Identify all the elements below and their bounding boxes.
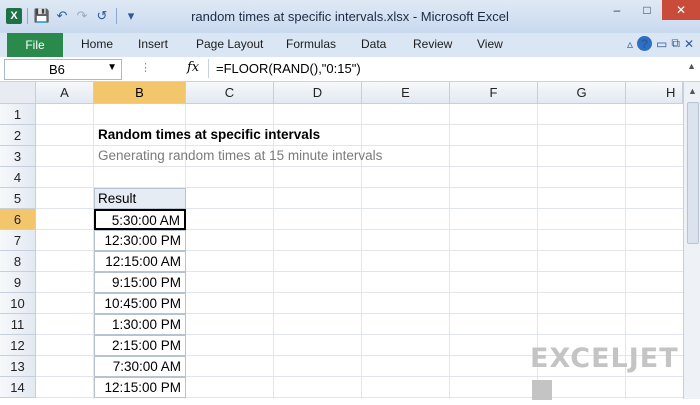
- result-value: 12:15:00 PM: [104, 380, 181, 395]
- title-bar: X 💾 ↶ ↷ ↺ ▾ random times at specific int…: [0, 0, 700, 33]
- formula-input[interactable]: =FLOOR(RAND(),"0:15"): [208, 59, 683, 78]
- row-header[interactable]: 11: [0, 314, 36, 335]
- result-cell[interactable]: 7:30:00 AM: [94, 356, 186, 377]
- sheet-title: Random times at specific intervals: [98, 127, 321, 142]
- column-header-d[interactable]: D: [274, 82, 362, 104]
- name-box[interactable]: B6 ▼: [4, 59, 122, 80]
- row-header[interactable]: 4: [0, 167, 36, 188]
- row-header[interactable]: 8: [0, 251, 36, 272]
- minimize-button[interactable]: –: [602, 0, 632, 20]
- column-header-h[interactable]: H: [626, 82, 683, 104]
- row-header[interactable]: 10: [0, 293, 36, 314]
- watermark-text: EXCELJET: [530, 343, 679, 374]
- ribbon-controls: ▵ ? ▭ ⧉ ✕: [627, 36, 694, 51]
- result-header-cell[interactable]: Result: [94, 188, 186, 209]
- gridline: [36, 145, 683, 146]
- result-cell[interactable]: 12:30:00 PM: [94, 230, 186, 251]
- column-header-b[interactable]: B: [94, 82, 186, 104]
- row-header[interactable]: 12: [0, 335, 36, 356]
- result-value: 1:30:00 PM: [111, 317, 181, 332]
- insert-function-icon[interactable]: fx: [187, 60, 199, 75]
- formula-bar-resize-handle[interactable]: ⋮: [140, 61, 152, 74]
- row-header[interactable]: 2: [0, 125, 36, 146]
- tab-file[interactable]: File: [7, 33, 63, 57]
- result-value: 12:15:00 AM: [105, 254, 181, 269]
- result-cell[interactable]: 10:45:00 PM: [94, 293, 186, 314]
- row-header[interactable]: 14: [0, 377, 36, 398]
- gridline: [449, 104, 450, 399]
- help-icon[interactable]: ?: [637, 36, 653, 51]
- tab-page-layout[interactable]: Page Layout: [196, 37, 263, 51]
- minimize-workbook-icon[interactable]: ▭: [656, 37, 667, 51]
- result-value: 2:15:00 PM: [111, 338, 181, 353]
- window-title: random times at specific intervals.xlsx …: [191, 9, 509, 24]
- row-header[interactable]: 9: [0, 272, 36, 293]
- column-header-e[interactable]: E: [362, 82, 450, 104]
- tab-insert[interactable]: Insert: [138, 37, 168, 51]
- tab-view[interactable]: View: [477, 37, 503, 51]
- row-header[interactable]: 3: [0, 146, 36, 167]
- close-workbook-icon[interactable]: ✕: [684, 37, 694, 51]
- result-cell[interactable]: 12:15:00 AM: [94, 251, 186, 272]
- column-header-a[interactable]: A: [36, 82, 94, 104]
- row-header[interactable]: 7: [0, 230, 36, 251]
- scroll-up-icon[interactable]: ▲: [688, 86, 697, 96]
- expand-formula-bar-icon[interactable]: ▲: [687, 61, 696, 71]
- select-all-corner[interactable]: [0, 82, 36, 104]
- tab-home[interactable]: Home: [81, 37, 113, 51]
- gridline: [36, 124, 683, 125]
- result-cell-active[interactable]: 5:30:00 AM: [94, 209, 186, 230]
- tab-formulas[interactable]: Formulas: [286, 37, 336, 51]
- result-value: 5:30:00 AM: [111, 213, 180, 228]
- name-box-value: B6: [49, 62, 65, 77]
- sheet-subtitle: Generating random times at 15 minute int…: [98, 148, 383, 163]
- row-header[interactable]: 1: [0, 104, 36, 125]
- minimize-ribbon-icon[interactable]: ▵: [627, 37, 633, 51]
- restore-workbook-icon[interactable]: ⧉: [671, 36, 680, 51]
- scrollbar-thumb[interactable]: [687, 102, 699, 244]
- result-cell[interactable]: 9:15:00 PM: [94, 272, 186, 293]
- result-header-label: Result: [98, 191, 137, 206]
- tab-review[interactable]: Review: [413, 37, 452, 51]
- exceljet-watermark-logo: EXCELJET: [530, 343, 700, 405]
- formula-text: =FLOOR(RAND(),"0:15"): [216, 61, 361, 76]
- window-controls: – □ ✕: [602, 0, 700, 20]
- maximize-button[interactable]: □: [632, 0, 662, 20]
- tab-data[interactable]: Data: [361, 37, 386, 51]
- gridline: [36, 166, 683, 167]
- row-header[interactable]: 5: [0, 188, 36, 209]
- ribbon-tabs: File Home Insert Page Layout Formulas Da…: [0, 33, 700, 58]
- result-cell[interactable]: 1:30:00 PM: [94, 314, 186, 335]
- column-header-f[interactable]: F: [450, 82, 538, 104]
- result-cell[interactable]: 2:15:00 PM: [94, 335, 186, 356]
- chevron-down-icon[interactable]: ▼: [107, 62, 117, 73]
- close-button[interactable]: ✕: [662, 0, 700, 20]
- result-value: 10:45:00 PM: [104, 296, 181, 311]
- formula-bar: B6 ▼ ⋮ fx =FLOOR(RAND(),"0:15") ▲: [0, 57, 700, 82]
- result-cell[interactable]: 12:15:00 PM: [94, 377, 186, 398]
- column-header-c[interactable]: C: [186, 82, 274, 104]
- result-value: 9:15:00 PM: [111, 275, 181, 290]
- column-header-g[interactable]: G: [538, 82, 626, 104]
- result-value: 7:30:00 AM: [112, 359, 181, 374]
- row-header[interactable]: 13: [0, 356, 36, 377]
- row-header-selected[interactable]: 6: [0, 209, 36, 230]
- result-value: 12:30:00 PM: [104, 233, 181, 248]
- logo-mark-icon: [532, 380, 552, 400]
